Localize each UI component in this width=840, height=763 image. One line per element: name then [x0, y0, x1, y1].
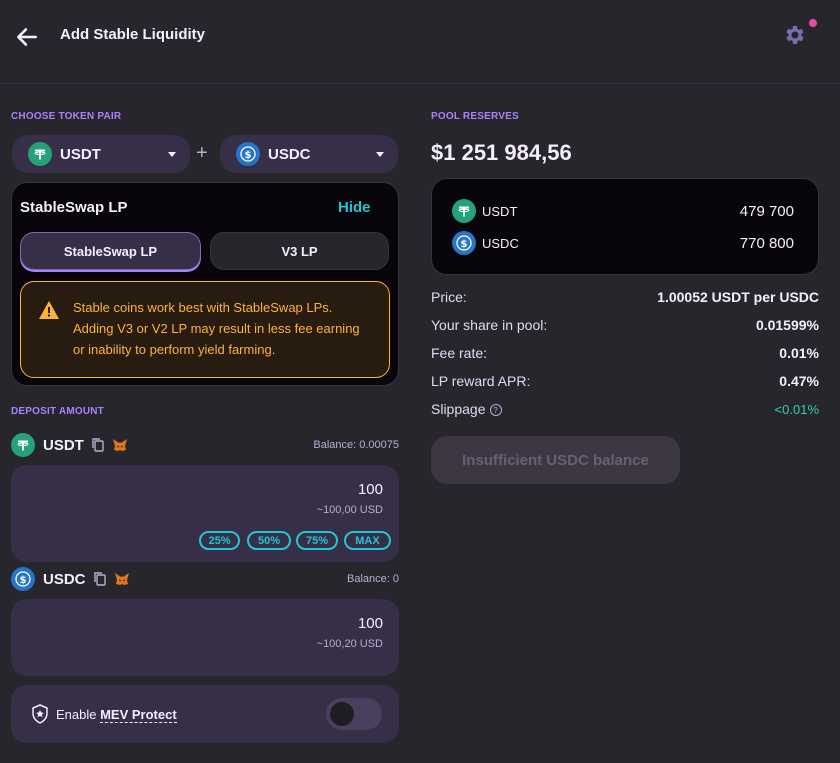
reserve-value: 479 700 [739, 203, 794, 220]
metamask-fox-icon[interactable] [114, 571, 130, 587]
token-a-usd-value: ~100,00 USD [316, 504, 383, 516]
slippage-row: Slippage? [431, 401, 502, 417]
submit-button[interactable]: Insufficient USDC balance [431, 436, 680, 484]
token-a-symbol: USDT [60, 145, 101, 163]
warning-icon [39, 301, 59, 319]
usdt-icon [11, 433, 35, 457]
max-button[interactable]: MAX [344, 531, 391, 550]
percent-25-button[interactable]: 25% [199, 531, 240, 550]
price-value: 1.00052 USDT per USDC [657, 289, 819, 305]
token-a-select[interactable]: USDT [12, 135, 190, 173]
choose-pair-label: CHOOSE TOKEN PAIR [11, 111, 122, 122]
usdt-icon [28, 142, 52, 166]
tab-v3-lp[interactable]: V3 LP [210, 232, 389, 270]
token-b-symbol: USDC [268, 145, 311, 163]
lp-apr-value: 0.47% [779, 373, 819, 389]
notification-dot [809, 19, 817, 27]
pool-share-label: Your share in pool: [431, 317, 548, 333]
gear-icon[interactable] [783, 23, 807, 47]
token-a-amount[interactable]: 100 [358, 481, 383, 498]
tab-stableswap-lp[interactable]: StableSwap LP [20, 232, 201, 270]
reserve-value: 770 800 [739, 235, 794, 252]
reserves-card [431, 178, 819, 275]
reserve-row-usdt: USDT [452, 199, 517, 223]
svg-text:$: $ [20, 575, 27, 586]
lp-apr-label: LP reward APR: [431, 373, 531, 389]
page-title: Add Stable Liquidity [60, 26, 205, 43]
price-label: Price: [431, 289, 467, 305]
token-a-balance: Balance: 0.00075 [313, 439, 399, 451]
chevron-down-icon [168, 151, 176, 157]
usdc-icon: $ [236, 142, 260, 166]
token-b-amount[interactable]: 100 [358, 615, 383, 632]
percent-50-button[interactable]: 50% [247, 531, 291, 550]
toggle-knob [330, 702, 354, 726]
reserve-row-usdc: $ USDC [452, 231, 519, 255]
deposit-token-a-symbol: USDT [43, 436, 84, 454]
arrow-left-icon[interactable] [14, 24, 40, 50]
mev-prefix: Enable [56, 707, 101, 722]
slippage-label: Slippage [431, 401, 486, 417]
fee-rate-label: Fee rate: [431, 345, 488, 361]
deposit-token-b-symbol: USDC [43, 570, 86, 588]
copy-icon[interactable] [92, 571, 108, 587]
usdt-icon [452, 199, 476, 223]
token-b-balance: Balance: 0 [347, 573, 399, 585]
deposit-amount-label: DEPOSIT AMOUNT [11, 406, 104, 417]
percent-75-button[interactable]: 75% [296, 531, 338, 550]
fee-rate-value: 0.01% [779, 345, 819, 361]
copy-icon[interactable] [90, 437, 106, 453]
token-a-row: USDT [11, 433, 128, 457]
usdc-icon: $ [452, 231, 476, 255]
token-b-usd-value: ~100,20 USD [316, 638, 383, 650]
plus-sign: + [196, 142, 208, 164]
pool-total-value: $1 251 984,56 [431, 140, 572, 165]
reserve-symbol: USDT [482, 203, 518, 219]
warning-text: Stable coins work best with StableSwap L… [73, 300, 360, 357]
lp-card-title: StableSwap LP [20, 199, 128, 216]
svg-text:$: $ [461, 239, 468, 250]
hide-button[interactable]: Hide [338, 199, 371, 216]
pool-share-value: 0.01599% [755, 317, 819, 333]
token-b-row: $ USDC [11, 567, 130, 591]
svg-text:$: $ [245, 150, 252, 161]
chevron-down-icon [376, 151, 384, 157]
usdc-icon: $ [11, 567, 35, 591]
mev-protect-label: Enable MEV Protect [56, 707, 177, 723]
token-b-select[interactable]: $ USDC [220, 135, 398, 173]
slippage-value: <0.01% [774, 402, 819, 417]
help-icon[interactable]: ? [489, 404, 502, 417]
metamask-fox-icon[interactable] [112, 437, 128, 453]
pool-reserves-label: POOL RESERVES [431, 111, 519, 122]
mev-protect-link[interactable]: MEV Protect [100, 707, 177, 723]
shield-icon [32, 704, 48, 724]
reserve-symbol: USDC [482, 235, 519, 251]
